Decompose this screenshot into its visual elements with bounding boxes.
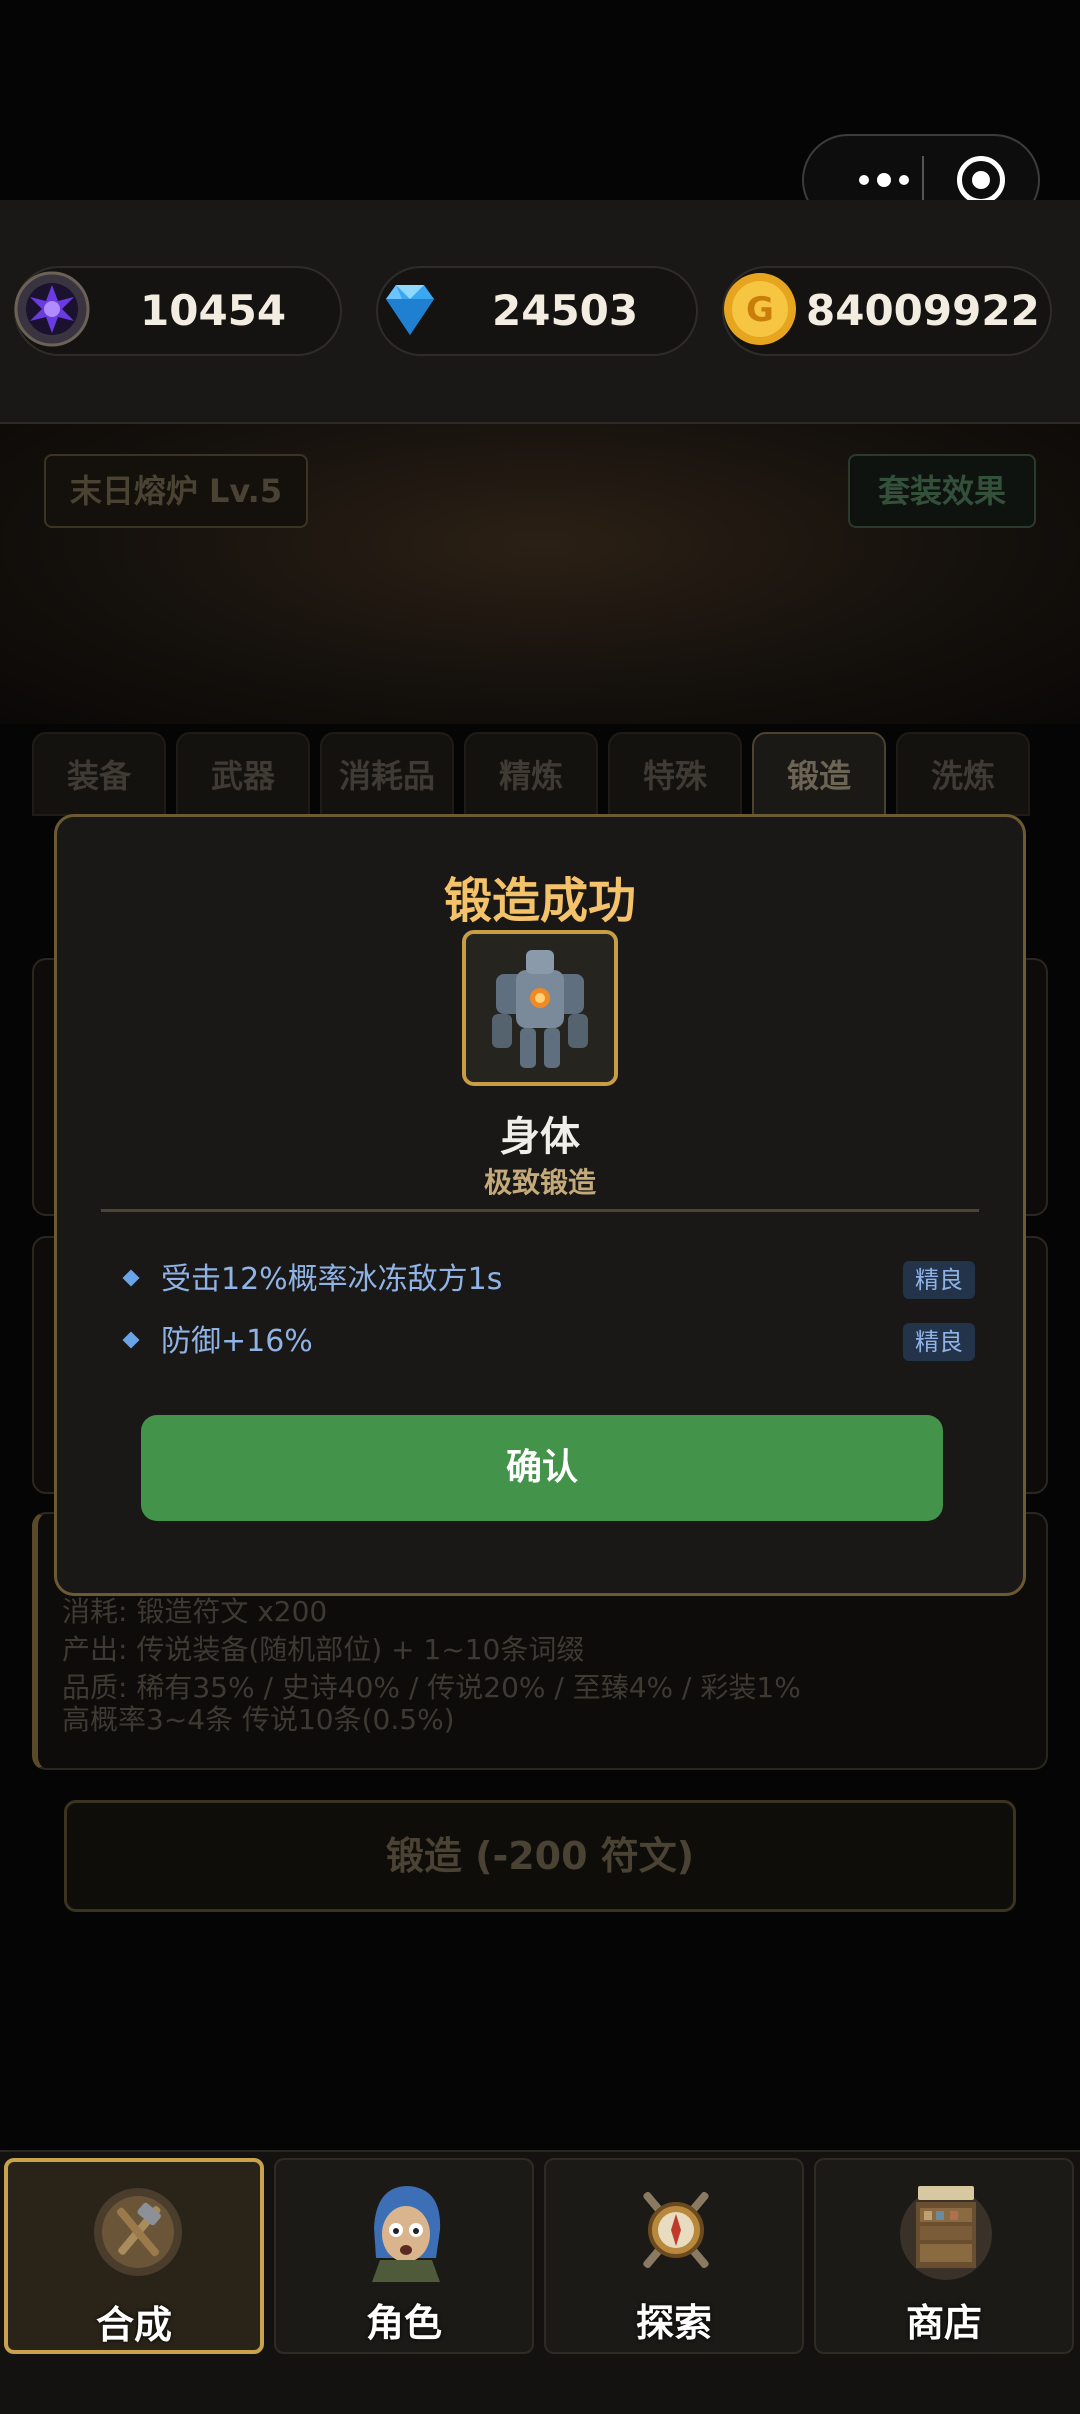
- crafting-icon: [90, 2184, 186, 2280]
- diamond-icon: [386, 285, 434, 335]
- tab-reroll[interactable]: 洗炼: [896, 732, 1030, 816]
- furnace-level-label: 末日熔炉 Lv.5: [44, 454, 308, 528]
- affix-row: 防御+16%: [122, 1317, 313, 1367]
- modal-divider: [101, 1209, 979, 1212]
- affix-grade-badge: 精良: [903, 1261, 975, 1299]
- tab-equipment[interactable]: 装备: [32, 732, 166, 816]
- nav-label: 商店: [905, 2301, 982, 2345]
- diamond-bullet-icon: [122, 1269, 140, 1286]
- capsule-divider: [922, 156, 924, 204]
- nav-label: 角色: [365, 2301, 442, 2345]
- forge-button[interactable]: 锻造 (-200 符文): [64, 1800, 1016, 1912]
- item-icon-frame: [462, 930, 618, 1086]
- item-name: 身体: [500, 1114, 580, 1160]
- nav-label: 合成: [95, 2303, 172, 2347]
- nav-character[interactable]: 角色: [274, 2158, 534, 2354]
- nav-crafting[interactable]: 合成: [4, 2158, 264, 2354]
- modal-title: 锻造成功: [443, 873, 636, 929]
- info-output: 产出: 传说装备(随机部位) + 1~10条词缀: [62, 1633, 585, 1666]
- purple-gem-icon: [14, 271, 90, 347]
- gold-value: 84009922: [806, 286, 1040, 335]
- forge-success-modal: 锻造成功 身体 极致锻造 受击12%概率冰冻敌方1s 精良 防御+16% 精良 …: [54, 814, 1026, 1596]
- purple-gem-value: 10454: [140, 286, 287, 335]
- gold-coin-icon: G: [724, 273, 796, 345]
- shop-icon: [900, 2186, 992, 2280]
- affix-row: 受击12%概率冰冻敌方1s: [122, 1255, 503, 1305]
- character-icon: [372, 2186, 441, 2282]
- diamond-value: 24503: [492, 286, 639, 335]
- confirm-button[interactable]: 确认: [141, 1415, 943, 1521]
- tab-refine[interactable]: 精炼: [464, 732, 598, 816]
- tab-weapon[interactable]: 武器: [176, 732, 310, 816]
- affix-grade-badge: 精良: [903, 1323, 975, 1361]
- tab-consumables[interactable]: 消耗品: [320, 732, 454, 816]
- svg-text:G: G: [746, 290, 774, 330]
- affix-text: 受击12%概率冰冻敌方1s: [161, 1262, 503, 1297]
- affix-text: 防御+16%: [161, 1324, 313, 1359]
- diamond-bullet-icon: [122, 1331, 140, 1348]
- close-miniprogram-icon[interactable]: [957, 156, 1005, 204]
- nav-explore[interactable]: 探索: [544, 2158, 804, 2354]
- nav-shop[interactable]: 商店: [814, 2158, 1074, 2354]
- nav-label: 探索: [635, 2301, 712, 2345]
- tab-special[interactable]: 特殊: [608, 732, 742, 816]
- armor-robot-icon: [466, 934, 614, 1082]
- set-effect-button[interactable]: 套装效果: [848, 454, 1036, 528]
- info-cost: 消耗: 锻造符文 x200: [62, 1595, 328, 1628]
- item-subtitle: 极致锻造: [483, 1166, 596, 1199]
- info-chance: 高概率3~4条 传说10条(0.5%): [62, 1703, 455, 1736]
- explore-icon: [643, 2191, 709, 2269]
- tab-forge[interactable]: 锻造: [752, 732, 886, 816]
